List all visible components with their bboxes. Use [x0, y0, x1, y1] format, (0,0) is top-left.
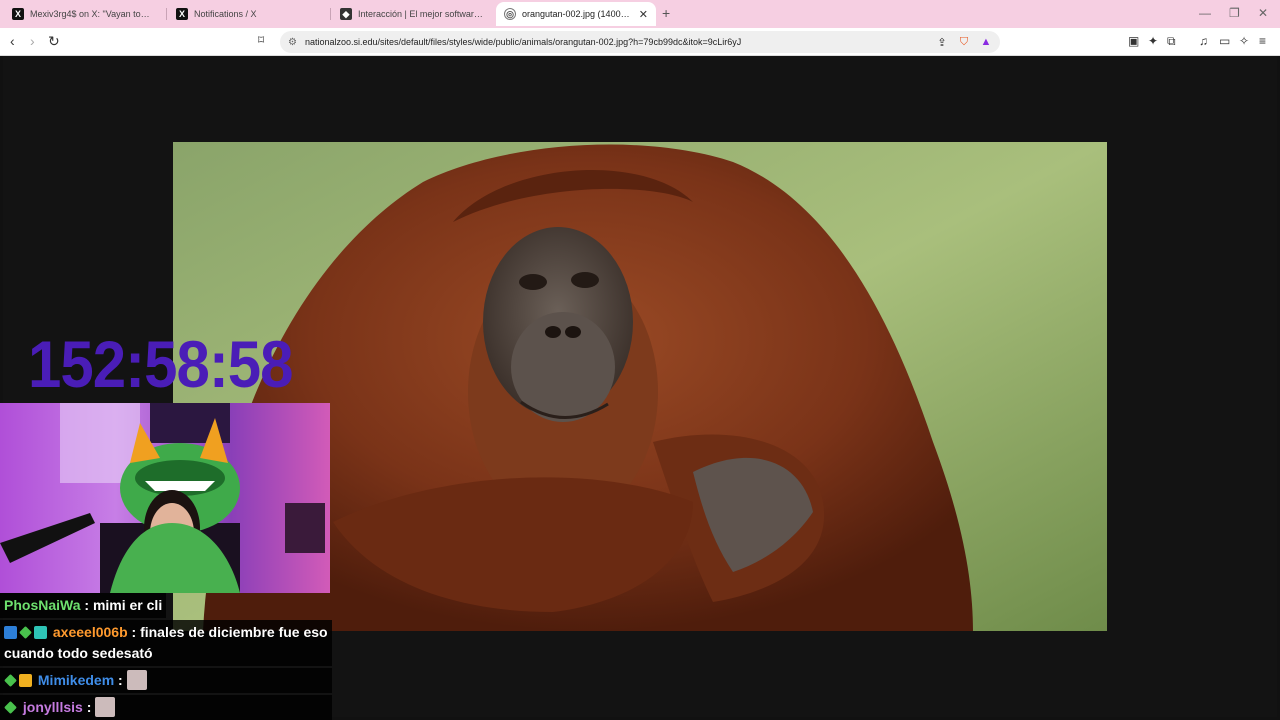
chat-message: PhosNaiWa : mimi er cli [0, 593, 167, 618]
extension-icon[interactable]: ▣ [1128, 34, 1139, 48]
close-tab-icon[interactable]: ✕ [631, 8, 648, 21]
site-info-icon[interactable]: ⚙ [288, 37, 297, 48]
rewards-triangle-icon[interactable]: ▲ [978, 34, 994, 50]
bookmark-icon[interactable]: ⌑ [258, 33, 264, 47]
chat-username: Mimikedem [37, 672, 115, 688]
chat-message: jonylllsis : [0, 695, 332, 720]
chat-username: jonylllsis [22, 699, 83, 715]
chat-message: Mimikedem : [0, 668, 332, 693]
sparkle-badge-icon [19, 626, 32, 639]
x-logo-icon: X [12, 8, 24, 20]
site-icon: ◆ [340, 8, 352, 20]
leo-ai-icon[interactable]: ✧ [1239, 34, 1249, 48]
address-bar[interactable]: ⚙ nationalzoo.si.edu/sites/default/files… [280, 31, 1000, 53]
tab-label: Mexiv3rg4$ on X: "Vayan tomando n [30, 9, 156, 19]
url-text[interactable]: nationalzoo.si.edu/sites/default/files/s… [305, 37, 934, 47]
badge-icon [4, 626, 17, 639]
wallet-icon[interactable]: ▭ [1219, 34, 1230, 48]
sparkle-badge-icon [4, 674, 17, 687]
tab-strip: X Mexiv3rg4$ on X: "Vayan tomando n X No… [0, 0, 1280, 28]
stream-timer: 152:58:58 [28, 327, 294, 402]
chat-separator: : [114, 672, 127, 688]
menu-icon[interactable]: ≡ [1259, 34, 1266, 48]
emote-icon [95, 697, 116, 717]
chat-username: PhosNaiWa [4, 597, 81, 613]
tab-x-post[interactable]: X Mexiv3rg4$ on X: "Vayan tomando n [4, 2, 164, 26]
close-window-button[interactable]: ✕ [1258, 6, 1268, 20]
media-icon[interactable]: ♫ [1199, 34, 1208, 48]
webcam-feed [0, 403, 330, 593]
x-logo-icon: X [176, 8, 188, 20]
emote-icon [126, 670, 147, 690]
puzzle-extensions-icon[interactable]: ✦ [1148, 34, 1158, 48]
chat-text: mimi er cli [92, 597, 163, 613]
badge-icon [34, 626, 47, 639]
tab-interaccion[interactable]: ◆ Interacción | El mejor software para g [332, 2, 492, 26]
tab-orangutan-image[interactable]: ◎ orangutan-002.jpg (1400×700) ✕ [496, 2, 656, 26]
tab-label: orangutan-002.jpg (1400×700) [522, 9, 631, 19]
sparkle-badge-icon [4, 701, 17, 714]
chat-separator: : [127, 624, 141, 640]
back-button[interactable]: ‹ [10, 33, 15, 49]
restore-button[interactable]: ❐ [1229, 6, 1240, 20]
reload-button[interactable]: ↻ [48, 33, 60, 50]
screenshot-icon[interactable]: ⧉ [1167, 34, 1176, 49]
chat-separator: : [80, 597, 93, 613]
stream-chat: PhosNaiWa : mimi er cli axeeel006b : fin… [0, 593, 332, 720]
chat-separator: : [82, 699, 96, 715]
tab-label: Notifications / X [194, 9, 257, 19]
chat-message: axeeel006b : finales de diciembre fue es… [0, 620, 332, 666]
tab-label: Interacción | El mejor software para g [358, 9, 484, 19]
minimize-button[interactable]: — [1199, 6, 1211, 20]
globe-icon: ◎ [504, 8, 516, 20]
forward-button[interactable]: › [30, 33, 35, 49]
new-tab-button[interactable]: + [662, 5, 670, 21]
brave-shield-icon[interactable]: ⛉ [956, 34, 972, 50]
crown-badge-icon [19, 674, 32, 687]
share-icon[interactable]: ⇪ [934, 34, 950, 50]
browser-toolbar: ‹ › ↻ ⌑ ⚙ nationalzoo.si.edu/sites/defau… [0, 28, 1280, 56]
tab-notifications[interactable]: X Notifications / X [168, 2, 328, 26]
chat-username: axeeel006b [52, 624, 128, 640]
